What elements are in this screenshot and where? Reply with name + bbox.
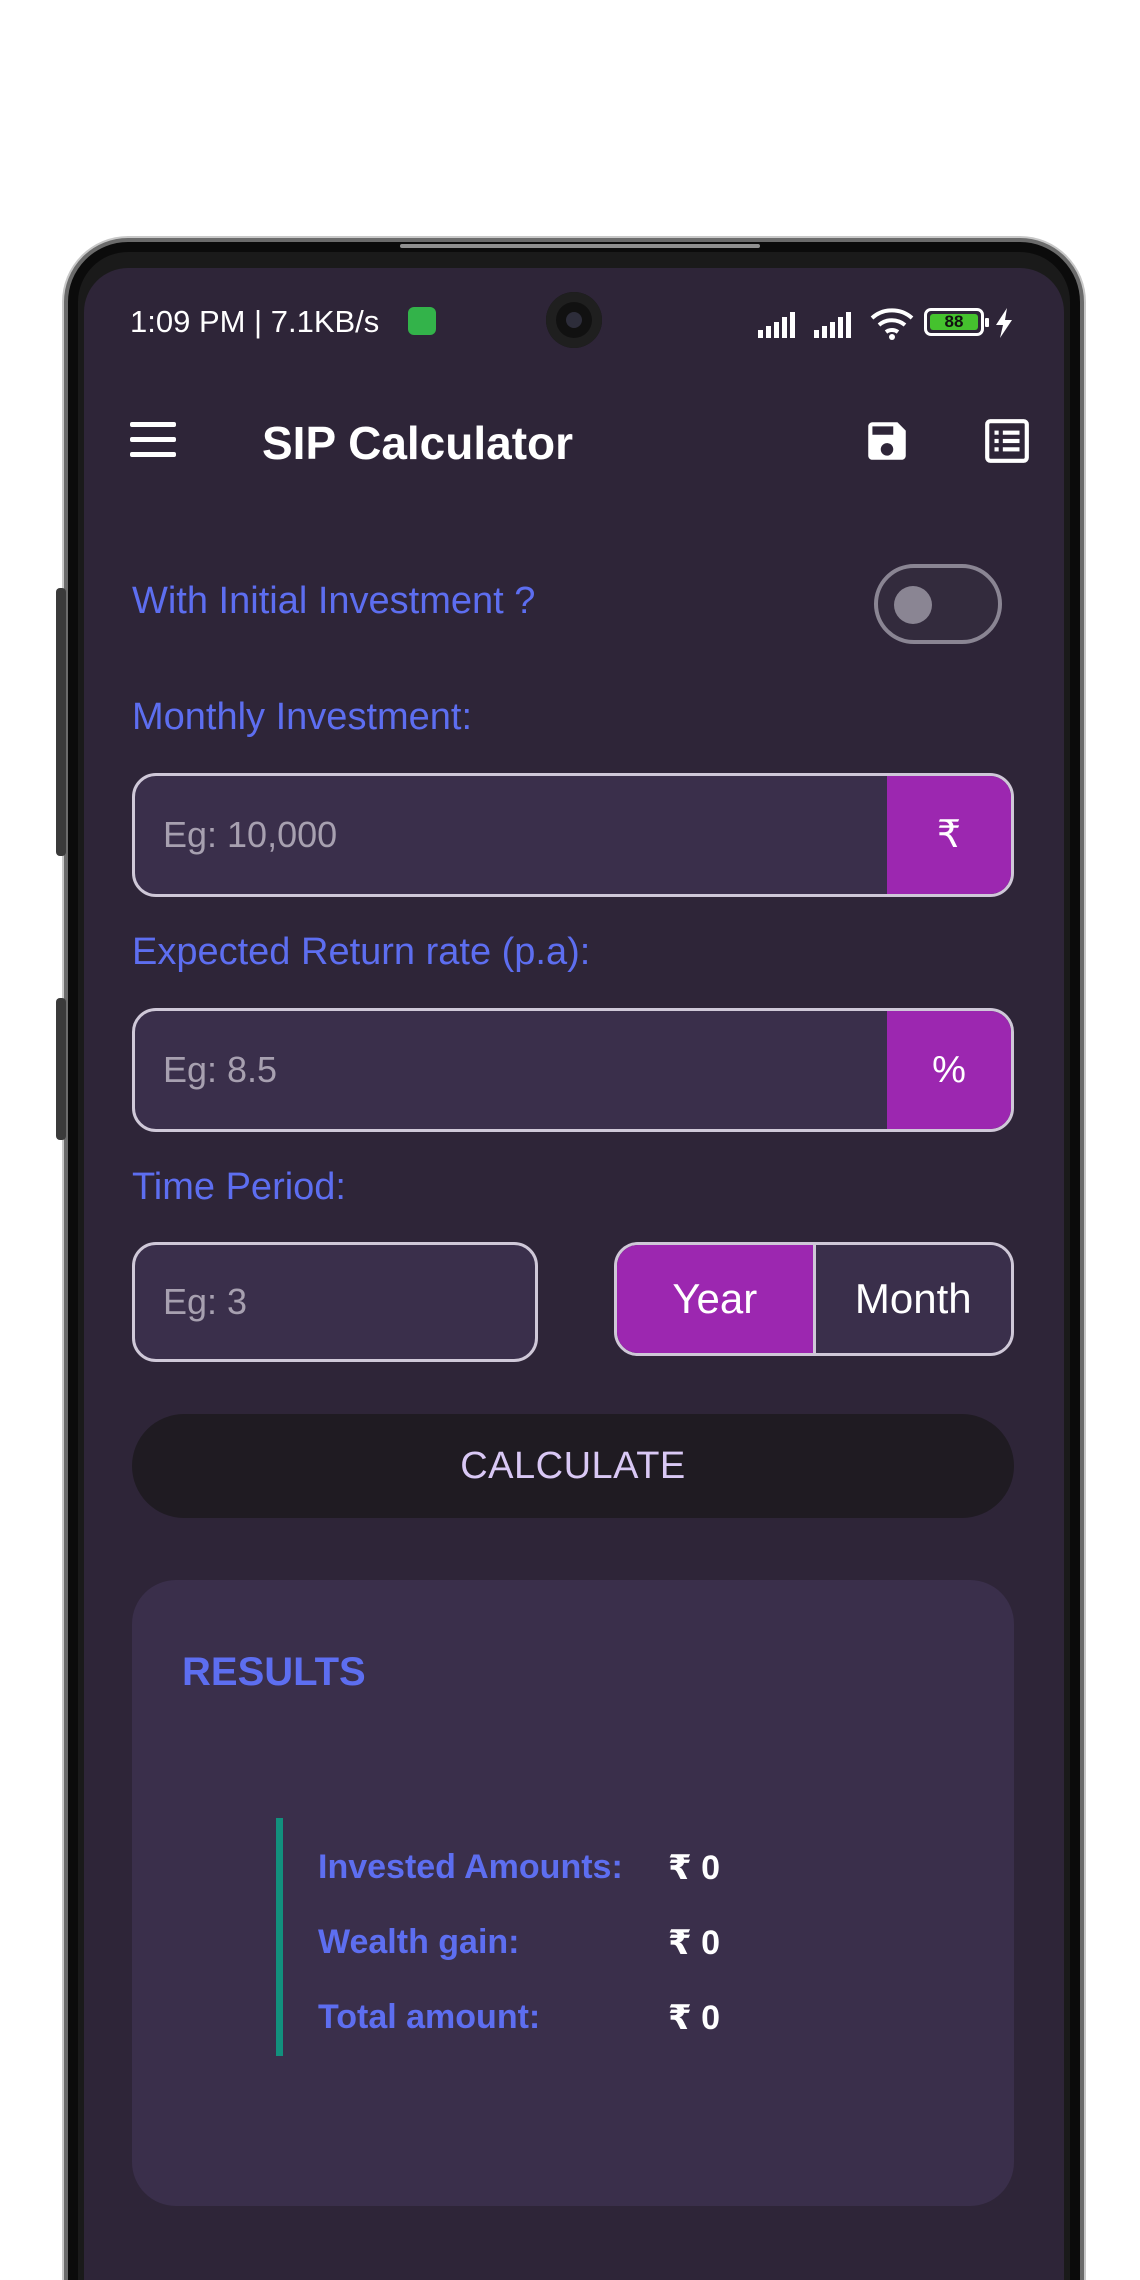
initial-investment-toggle[interactable]	[874, 564, 1002, 644]
result-label: Total amount:	[318, 1998, 541, 2036]
battery-level: 88	[930, 313, 978, 330]
result-label: Wealth gain:	[318, 1923, 520, 1961]
app-screen: 1:09 PM | 7.1KB/s 88 SIP Calculator With…	[84, 268, 1064, 2280]
return-rate-label: Expected Return rate (p.a):	[132, 931, 591, 973]
time-period-label: Time Period:	[132, 1166, 346, 1208]
signal-icon	[814, 312, 851, 338]
battery-icon: 88	[924, 308, 989, 336]
result-value: ₹ 0	[668, 1849, 721, 1887]
result-value: ₹ 0	[668, 1924, 721, 1962]
charging-icon	[996, 308, 1012, 338]
power-button	[56, 998, 66, 1140]
page-title: SIP Calculator	[262, 417, 574, 469]
monthly-investment-label: Monthly Investment:	[132, 696, 473, 738]
time-period-input[interactable]	[135, 1245, 535, 1359]
save-icon[interactable]	[862, 416, 912, 466]
app-badge-icon	[408, 307, 436, 335]
toggle-knob	[894, 586, 932, 624]
results-card: RESULTS	[132, 1580, 1014, 2206]
period-unit-selector: Year Month	[614, 1242, 1014, 1356]
return-rate-group: %	[132, 1008, 1014, 1132]
menu-icon[interactable]	[130, 420, 176, 460]
wifi-icon	[870, 308, 914, 340]
results-accent-bar	[276, 1818, 283, 2056]
return-rate-input[interactable]	[135, 1011, 891, 1129]
period-unit-month[interactable]: Month	[815, 1245, 1011, 1353]
initial-investment-label: With Initial Investment ?	[132, 580, 536, 622]
status-bar: 1:09 PM | 7.1KB/s 88	[84, 268, 1064, 378]
period-unit-year[interactable]: Year	[617, 1245, 816, 1353]
time-period-group	[132, 1242, 538, 1362]
currency-suffix: ₹	[887, 776, 1011, 894]
monthly-investment-group: ₹	[132, 773, 1014, 897]
phone-speaker-slot	[400, 244, 760, 248]
result-value: ₹ 0	[668, 1999, 721, 2037]
front-camera	[546, 292, 602, 348]
percent-suffix: %	[887, 1011, 1011, 1129]
volume-button	[56, 588, 66, 856]
list-icon[interactable]	[982, 416, 1032, 466]
results-title: RESULTS	[182, 1650, 366, 1694]
status-time: 1:09 PM | 7.1KB/s	[130, 304, 380, 339]
app-bar: SIP Calculator	[84, 378, 1064, 518]
calculate-button[interactable]: CALCULATE	[132, 1414, 1014, 1518]
monthly-investment-input[interactable]	[135, 776, 891, 894]
result-label: Invested Amounts:	[318, 1848, 623, 1886]
signal-icon	[758, 312, 795, 338]
